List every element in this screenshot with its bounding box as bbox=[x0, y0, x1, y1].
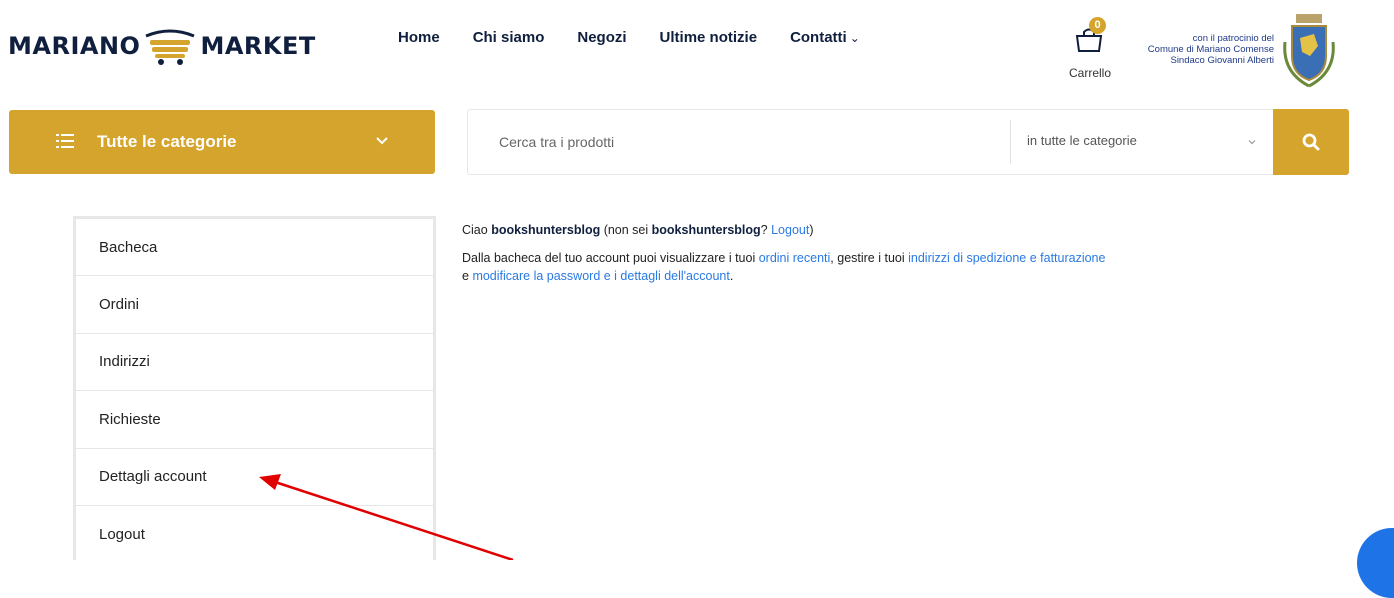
account-menu-richieste[interactable]: Richieste bbox=[76, 391, 433, 449]
cart-label: Carrello bbox=[1069, 66, 1112, 80]
nav-item-home[interactable]: Home bbox=[398, 29, 440, 46]
intro-text-2: , gestire i tuoi bbox=[830, 251, 909, 265]
patronage-line-2: Comune di Mariano Comense bbox=[1147, 44, 1274, 55]
greeting-not-you: (non sei bbox=[600, 223, 652, 237]
all-categories-label: Tutte le categorie bbox=[97, 132, 237, 151]
logo-text-right: MARKET bbox=[200, 32, 316, 60]
account-dashboard-content: Ciao bookshuntersblog (non sei bookshunt… bbox=[462, 221, 1322, 295]
greeting-username-2: bookshuntersblog bbox=[651, 223, 761, 237]
intro-text-1: Dalla bacheca del tuo account puoi visua… bbox=[462, 251, 759, 265]
account-menu-indirizzi[interactable]: Indirizzi bbox=[76, 334, 433, 392]
patronage-line-1: con il patrocinio del bbox=[1192, 33, 1274, 44]
search-icon bbox=[1302, 133, 1320, 151]
intro-text-4: . bbox=[729, 269, 734, 283]
product-search: in tutte le categorie bbox=[467, 109, 1349, 175]
nav-item-contatti[interactable]: Contatti ⌄ bbox=[790, 29, 860, 46]
greeting-logout-link[interactable]: Logout bbox=[771, 223, 809, 237]
intro-paragraph: Dalla bacheca del tuo account puoi visua… bbox=[462, 249, 1322, 285]
greeting-close: ) bbox=[809, 223, 814, 237]
coat-of-arms-icon bbox=[1283, 14, 1335, 88]
cart-count-badge: 0 bbox=[1089, 17, 1106, 34]
main-nav: Home Chi siamo Negozi Ultime notizie Con… bbox=[398, 29, 893, 46]
cart-logo-icon bbox=[145, 29, 196, 65]
list-icon bbox=[56, 134, 74, 148]
greeting-question: ? bbox=[760, 223, 772, 237]
logo-text-left: MARIANO bbox=[8, 32, 141, 60]
account-menu-dettagli-account[interactable]: Dettagli account bbox=[76, 449, 433, 506]
search-category-select[interactable]: in tutte le categorie bbox=[1027, 133, 1137, 148]
chevron-down-icon: ⌄ bbox=[849, 31, 860, 45]
patronage-line-3: Sindaco Giovanni Alberti bbox=[1170, 55, 1274, 66]
account-menu-bacheca[interactable]: Bacheca bbox=[76, 219, 433, 277]
search-divider bbox=[1010, 120, 1011, 164]
account-navigation: Bacheca Ordini Indirizzi Richieste Detta… bbox=[73, 216, 436, 560]
addresses-link[interactable]: indirizzi di spedizione e fatturazione bbox=[908, 251, 1105, 265]
account-menu-ordini[interactable]: Ordini bbox=[76, 276, 433, 334]
nav-item-negozi[interactable]: Negozi bbox=[577, 29, 626, 46]
search-button[interactable] bbox=[1273, 109, 1349, 175]
cart-button[interactable]: 0 Carrello bbox=[1064, 14, 1124, 84]
edit-account-link[interactable]: modificare la password e i dettagli dell… bbox=[472, 269, 729, 283]
nav-item-contatti-label: Contatti bbox=[790, 29, 847, 46]
site-logo[interactable]: MARIANO MARKET bbox=[8, 26, 316, 66]
chat-icon[interactable] bbox=[1357, 528, 1394, 598]
greeting-username: bookshuntersblog bbox=[491, 223, 601, 237]
nav-item-chi-siamo[interactable]: Chi siamo bbox=[473, 29, 545, 46]
chevron-down-icon bbox=[376, 137, 388, 145]
greeting-paragraph: Ciao bookshuntersblog (non sei bookshunt… bbox=[462, 221, 1322, 239]
nav-item-ultime-notizie[interactable]: Ultime notizie bbox=[660, 29, 758, 46]
greeting-hello: Ciao bbox=[462, 223, 492, 237]
chevron-down-icon bbox=[1248, 140, 1256, 145]
intro-text-3: e bbox=[462, 269, 473, 283]
patronage-text: con il patrocinio del Comune di Mariano … bbox=[1128, 33, 1274, 66]
search-input[interactable] bbox=[468, 110, 1010, 174]
recent-orders-link[interactable]: ordini recenti bbox=[759, 251, 831, 265]
account-menu-logout[interactable]: Logout bbox=[76, 506, 433, 563]
all-categories-button[interactable]: Tutte le categorie bbox=[9, 110, 435, 174]
